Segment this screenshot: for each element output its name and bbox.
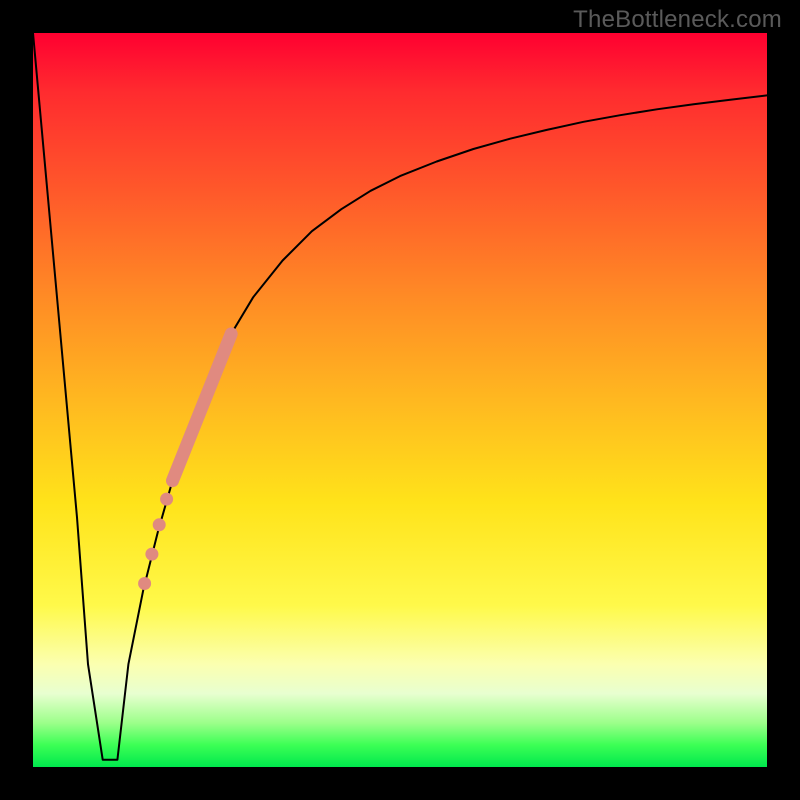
plot-area xyxy=(33,33,767,767)
bottleneck-curve xyxy=(33,33,767,760)
attribution-text: TheBottleneck.com xyxy=(573,6,782,34)
highlight-dot-2 xyxy=(153,518,166,531)
highlight-dot-0 xyxy=(138,577,151,590)
highlight-layer xyxy=(138,334,231,590)
chart-svg xyxy=(33,33,767,767)
highlight-dot-1 xyxy=(145,548,158,561)
curve-layer xyxy=(33,33,767,760)
highlight-segment xyxy=(173,334,232,481)
chart-frame: TheBottleneck.com xyxy=(0,0,800,800)
highlight-dot-3 xyxy=(160,493,173,506)
